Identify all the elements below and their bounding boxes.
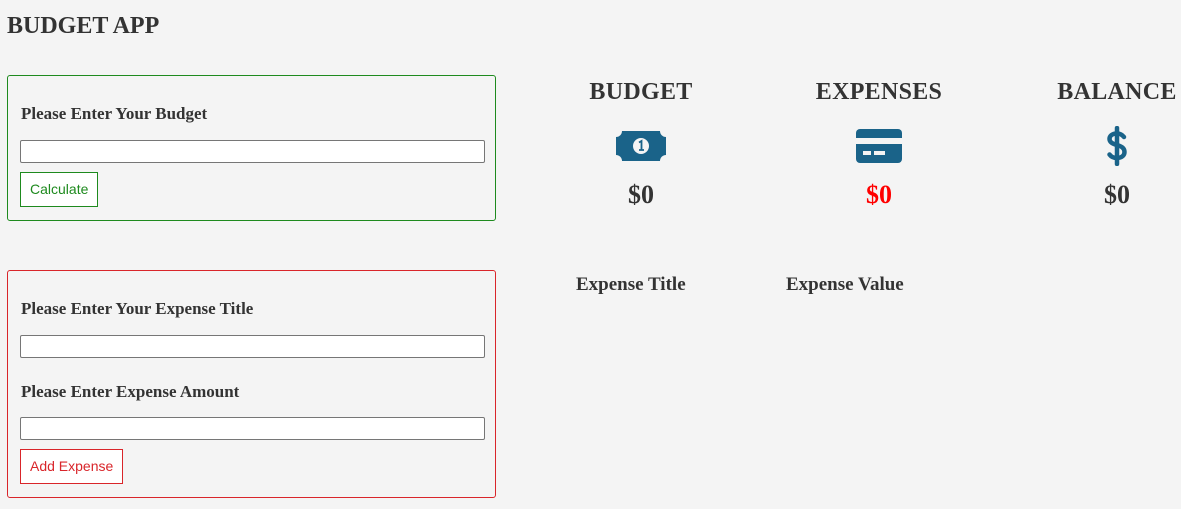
balance-stat: BALANCE $0 [1017,78,1181,210]
budget-amount: $0 [628,180,654,209]
balance-amount: $0 [1104,180,1130,209]
budget-stat-title: BUDGET [589,79,693,105]
add-expense-button[interactable]: Add Expense [20,449,124,484]
budget-form: Please Enter Your Budget Calculate [7,75,496,221]
expense-title-column-header: Expense Title [576,274,686,295]
expense-title-input[interactable] [20,335,485,358]
budget-stat: BUDGET $0 [541,78,741,210]
expense-title-label: Please Enter Your Expense Title [21,299,254,318]
expenses-amount: $0 [866,180,892,209]
expense-amount-input[interactable] [20,417,485,440]
expense-form: Please Enter Your Expense Title Please E… [7,270,496,498]
balance-stat-title: BALANCE [1057,79,1177,105]
budget-input[interactable] [20,140,485,163]
expenses-stat-title: EXPENSES [815,79,943,105]
budget-input-label: Please Enter Your Budget [21,104,208,123]
expense-amount-label: Please Enter Expense Amount [21,382,240,401]
expenses-stat: EXPENSES $0 [779,78,979,210]
dollar-sign-icon [1107,126,1127,166]
money-bill-icon [616,131,666,161]
app-title: BUDGET APP [7,13,160,39]
calculate-button[interactable]: Calculate [20,172,99,207]
credit-card-icon [856,129,902,163]
expense-value-column-header: Expense Value [786,274,904,295]
